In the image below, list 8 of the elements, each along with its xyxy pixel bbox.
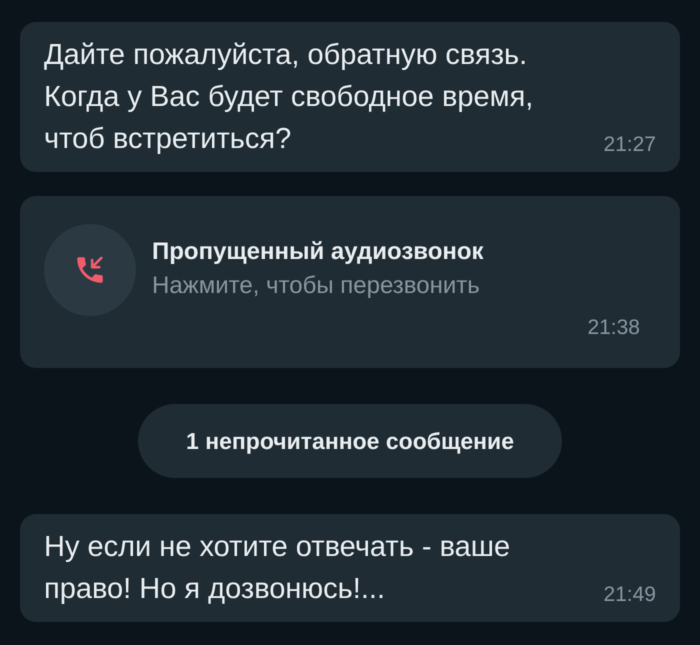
message-text: Ну если не хотите отвечать - ваше право! Но я дозвонюсь!... bbox=[44, 530, 512, 607]
call-title: Пропущенный аудиозвонок bbox=[152, 237, 484, 267]
missed-call-bubble[interactable]: Пропущенный аудиозвонок Нажмите, чтобы перезвонить 21:38 bbox=[20, 196, 680, 368]
message-time: 21:49 bbox=[603, 582, 656, 608]
message-time: 21:27 bbox=[603, 132, 656, 158]
call-subtitle: Нажмите, чтобы перезвонить bbox=[152, 271, 481, 301]
message-time: 21:38 bbox=[587, 315, 640, 341]
message-text: Дайте пожалуйста, обратную связь. Когда у Вас будет свободное время, чтоб встретиться? bbox=[44, 38, 534, 157]
